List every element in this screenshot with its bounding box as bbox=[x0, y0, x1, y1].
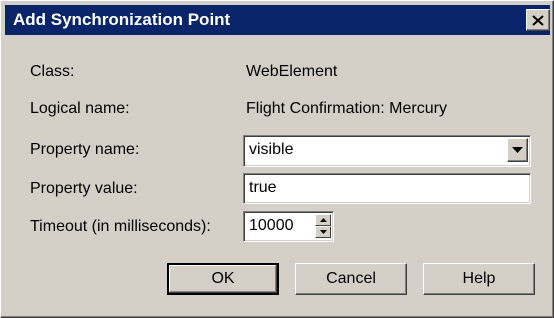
logical-name-label: Logical name: bbox=[30, 100, 130, 117]
class-value: WebElement bbox=[246, 63, 338, 80]
property-name-label: Property name: bbox=[30, 141, 140, 158]
spin-down-button[interactable] bbox=[315, 226, 331, 238]
arrow-up-icon bbox=[319, 218, 327, 222]
help-button[interactable]: Help bbox=[423, 263, 535, 295]
property-value-input[interactable]: true bbox=[243, 173, 531, 204]
add-sync-point-dialog: Add Synchronization Point Class: WebElem… bbox=[0, 0, 554, 318]
timeout-label: Timeout (in milliseconds): bbox=[30, 218, 211, 235]
dialog-title: Add Synchronization Point bbox=[13, 10, 231, 29]
ok-button[interactable]: OK bbox=[167, 263, 279, 295]
property-value-text: true bbox=[249, 179, 277, 196]
title-bar[interactable]: Add Synchronization Point bbox=[5, 5, 550, 35]
close-icon bbox=[532, 14, 544, 26]
close-button[interactable] bbox=[526, 9, 550, 31]
class-label: Class: bbox=[30, 63, 75, 80]
logical-name-value: Flight Confirmation: Mercury bbox=[246, 100, 447, 117]
cancel-button[interactable]: Cancel bbox=[295, 263, 407, 295]
timeout-spinbox[interactable]: 10000 bbox=[243, 211, 334, 242]
timeout-value: 10000 bbox=[249, 217, 294, 234]
property-value-label: Property value: bbox=[30, 180, 138, 197]
property-name-dropdown[interactable]: visible bbox=[243, 135, 531, 167]
arrow-down-icon bbox=[319, 230, 327, 234]
dropdown-button[interactable] bbox=[507, 138, 528, 162]
spin-up-button[interactable] bbox=[315, 214, 331, 226]
property-name-selected: visible bbox=[249, 141, 294, 158]
chevron-down-icon bbox=[512, 146, 523, 153]
